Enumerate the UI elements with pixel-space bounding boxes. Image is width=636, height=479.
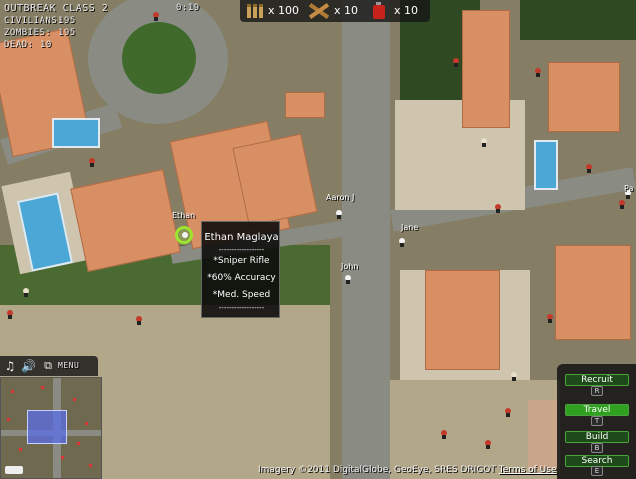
fuel-count: x 10 xyxy=(394,4,419,17)
resource-bar: x 100 x 10 x 10 xyxy=(240,0,430,22)
tooltip-divider-bottom: ------------------ xyxy=(218,304,265,312)
terms-of-use-link[interactable]: Terms of Use xyxy=(499,465,557,475)
tooltip-name: Ethan Maglaya xyxy=(204,232,279,243)
game-title: OUTBREAK CLASS 2 xyxy=(4,3,109,14)
house-roof xyxy=(528,400,558,470)
recruit-button[interactable]: Recruit xyxy=(565,374,629,386)
dead-count: 10 xyxy=(40,40,52,50)
roundabout-center xyxy=(122,22,196,94)
tooltip-divider: ------------------ xyxy=(218,246,265,254)
fullscreen-icon[interactable]: ⧉ xyxy=(41,359,55,373)
main-road xyxy=(342,0,390,479)
unit-label-ethan: Ethan xyxy=(172,211,196,220)
zombies-label: ZOMBIES: xyxy=(4,28,52,38)
zombie-unit[interactable] xyxy=(484,440,492,449)
zombie-unit[interactable] xyxy=(585,164,593,173)
house-roof xyxy=(425,270,500,370)
ammo-count: x 100 xyxy=(268,4,300,17)
unit-label-pa: Pa xyxy=(624,184,634,193)
house-roof xyxy=(285,92,325,118)
sound-icon[interactable]: 🔊 xyxy=(21,359,36,373)
zombie-unit[interactable] xyxy=(546,314,554,323)
trees-ne xyxy=(520,0,636,40)
tooltip-accuracy: *60% Accuracy xyxy=(207,273,276,283)
build-button[interactable]: Build xyxy=(565,431,629,443)
music-icon[interactable]: ♫ xyxy=(3,359,17,373)
tooltip-weapon: *Sniper Rifle xyxy=(213,256,270,266)
travel-button[interactable]: Travel xyxy=(565,404,629,416)
house-roof xyxy=(548,62,620,132)
house-roof xyxy=(555,245,631,340)
planks-count: x 10 xyxy=(334,4,359,17)
house-roof xyxy=(462,10,510,128)
travel-hotkey: T xyxy=(591,416,603,426)
game-timer: 0:19 xyxy=(176,3,200,13)
zombie-unit[interactable] xyxy=(440,430,448,439)
selected-survivor-ethan[interactable] xyxy=(182,232,188,238)
control-bar: ♫ 🔊 ⧉ MENU xyxy=(0,356,98,376)
ammo-icon xyxy=(244,2,266,20)
survivor-john[interactable] xyxy=(344,275,352,284)
swimming-pool xyxy=(52,118,100,148)
build-hotkey: B xyxy=(591,443,603,453)
planks-icon xyxy=(308,2,330,20)
zombie-unit[interactable] xyxy=(494,204,502,213)
house-roof xyxy=(232,133,318,227)
unit-tooltip: Ethan Maglaya ------------------ *Sniper… xyxy=(201,221,280,318)
fuel-can-icon xyxy=(368,2,390,20)
zombie-unit[interactable] xyxy=(534,68,542,77)
search-hotkey: E xyxy=(591,466,603,476)
attribution-text: Imagery ©2011 DigitalGlobe, GeoEye, SRES… xyxy=(258,465,496,475)
survivor-jane[interactable] xyxy=(398,238,406,247)
zombie-unit[interactable] xyxy=(152,12,160,21)
menu-button[interactable]: MENU xyxy=(58,361,79,370)
zombie-unit[interactable] xyxy=(618,200,626,209)
minimap-viewport[interactable] xyxy=(27,410,67,444)
civilians-label: CIVILIANS: xyxy=(4,16,64,26)
action-panel: Recruit R Travel T Build B Search E xyxy=(557,364,636,479)
zombie-unit[interactable] xyxy=(135,316,143,325)
unit-label-john: John xyxy=(341,262,359,271)
zombie-unit[interactable] xyxy=(6,310,14,319)
civilians-count: 195 xyxy=(58,16,76,26)
tooltip-speed: *Med. Speed xyxy=(212,290,271,300)
minimap[interactable] xyxy=(0,377,102,479)
recruit-hotkey: R xyxy=(591,386,603,396)
map-attribution: Imagery ©2011 DigitalGlobe, GeoEye, SRES… xyxy=(258,465,556,475)
civilian-unit[interactable] xyxy=(480,138,488,147)
zombie-unit[interactable] xyxy=(88,158,96,167)
civilian-unit[interactable] xyxy=(510,372,518,381)
survivor-aaron[interactable] xyxy=(335,210,343,219)
zombie-unit[interactable] xyxy=(452,58,460,67)
unit-label-aaron: Aaron J xyxy=(326,193,355,202)
civilian-unit[interactable] xyxy=(22,288,30,297)
unit-label-jane: Jane xyxy=(401,223,419,232)
zombies-count: 195 xyxy=(58,28,76,38)
google-logo xyxy=(5,466,23,474)
selection-ring[interactable] xyxy=(175,226,193,244)
dead-label: DEAD: xyxy=(4,40,34,50)
zombie-unit[interactable] xyxy=(504,408,512,417)
swimming-pool xyxy=(534,140,558,190)
